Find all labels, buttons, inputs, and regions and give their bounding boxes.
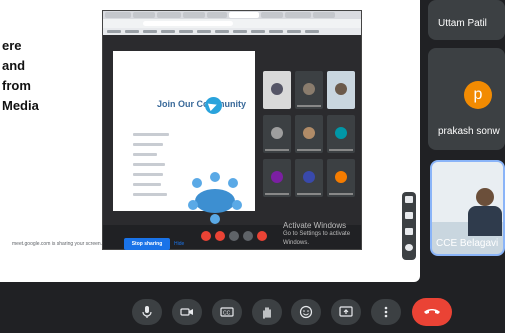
slide-line: Media [2,98,39,113]
participant-name: CCE Belagavi [436,238,499,249]
participant-tile[interactable]: Uttam Patil [428,0,505,40]
activate-windows-watermark: Activate Windows Go to Settings to activ… [283,221,361,248]
slide-line: from [2,78,31,93]
emoji-button[interactable] [291,299,321,325]
mic-icon [142,306,152,318]
participant-tile[interactable]: CCE Belagavi [430,160,505,256]
stop-sharing-button[interactable]: Stop sharing [124,238,170,250]
browser-bookmarks [103,28,361,35]
slide-line: and [2,58,26,73]
end-call-icon [424,309,440,314]
emoji-icon [299,305,313,319]
camera-icon [180,308,193,316]
browser-tabs [103,11,361,19]
video-person-body [468,206,502,236]
participant-tile[interactable]: p prakash sonw [428,48,505,150]
slide-line: ere [2,38,22,53]
browser-address-bar [103,19,361,28]
picture-in-picture-icon[interactable] [405,228,413,235]
raise-hand-icon [263,307,271,319]
sharing-notice: meet.google.com is sharing your screen. [12,241,103,247]
mic-button[interactable] [132,299,162,325]
raise-hand-button[interactable] [252,299,282,325]
captions-icon: CC [220,307,234,317]
presented-slide: Join Our Community [113,51,255,224]
more-options-button[interactable] [371,299,401,325]
camera-button[interactable] [172,299,202,325]
svg-text:CC: CC [223,311,231,317]
more-options-icon [384,306,388,318]
present-icon [339,306,353,317]
avatar: p [464,81,492,109]
present-button[interactable] [331,299,361,325]
presentation-title: Join Our Community [157,99,247,109]
camera-icon[interactable] [405,196,413,203]
video-person [476,188,494,206]
presentation-stage: ere and from Media Join Our Community Ac… [0,0,420,282]
telegram-icon [205,97,222,114]
side-toolbar [402,192,416,260]
community-illustration-icon [188,172,242,224]
video-icon[interactable] [405,212,413,219]
shared-screen: Join Our Community Activate Windows Go t… [102,10,362,250]
watermark-subline: Go to Settings to activate Windows. [283,231,351,246]
participant-name: Uttam Patil [438,18,487,29]
captions-button[interactable]: CC [212,299,242,325]
settings-icon[interactable] [405,244,413,251]
hide-button[interactable]: Hide [174,238,184,250]
watermark-line: Activate Windows [283,221,347,230]
participant-name: prakash sonw [438,126,500,137]
slide-text: ere and from Media [2,36,62,116]
end-call-button[interactable] [412,298,452,326]
